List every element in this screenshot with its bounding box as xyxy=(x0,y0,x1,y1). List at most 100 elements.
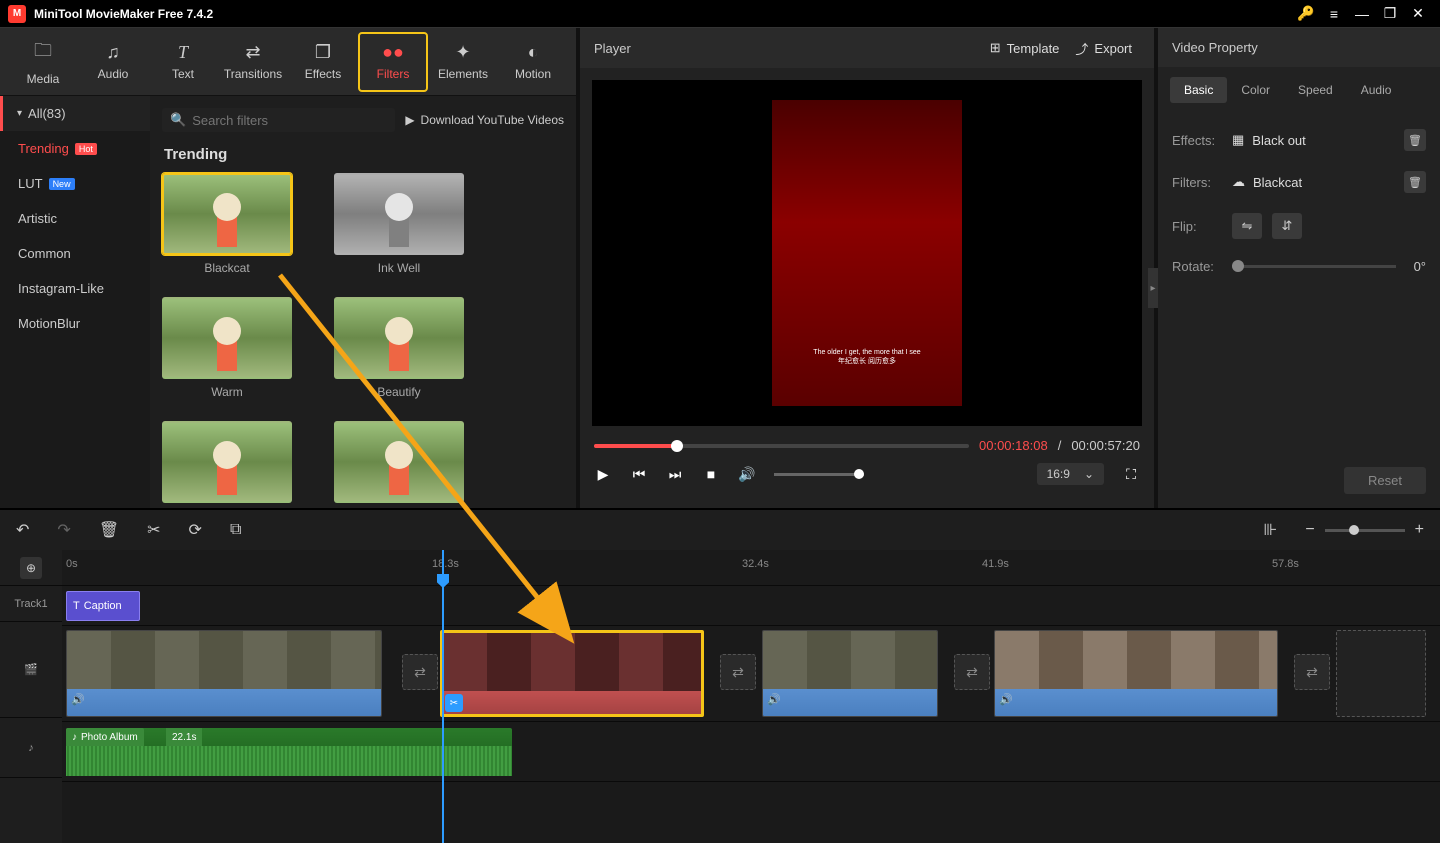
fit-button[interactable]: ⊪ xyxy=(1263,520,1277,540)
preview-frame: The older I get, the more that I see年纪愈长… xyxy=(772,100,962,406)
badge-hot: Hot xyxy=(75,143,97,155)
split-button[interactable]: ✂ xyxy=(147,520,160,540)
aspect-ratio-select[interactable]: 16:9⌄ xyxy=(1037,463,1104,485)
filter-inkwell[interactable]: Ink Well xyxy=(334,173,464,275)
add-clip-slot[interactable] xyxy=(1336,630,1426,717)
audio-track-icon: ♪ xyxy=(0,718,62,778)
search-input[interactable] xyxy=(192,113,312,128)
minimize-icon[interactable]: — xyxy=(1348,0,1376,28)
seek-bar[interactable] xyxy=(594,444,969,448)
prop-tab-basic[interactable]: Basic xyxy=(1170,77,1227,103)
redo-button[interactable]: ↷ xyxy=(57,520,70,540)
prop-tab-color[interactable]: Color xyxy=(1227,77,1284,103)
effects-value: Black out xyxy=(1252,133,1305,148)
prop-tab-audio[interactable]: Audio xyxy=(1347,77,1406,103)
filter-beautify[interactable]: Beautify xyxy=(334,297,464,399)
video-clip-3[interactable] xyxy=(762,630,938,717)
rotate-slider[interactable] xyxy=(1232,265,1396,268)
volume-slider[interactable] xyxy=(774,473,864,476)
filters-label: Filters: xyxy=(1172,175,1222,190)
filter-prop-icon: ☁ xyxy=(1232,174,1245,190)
category-trending[interactable]: TrendingHot xyxy=(0,131,150,166)
reset-button[interactable]: Reset xyxy=(1344,467,1426,494)
flip-vertical-button[interactable]: ⇵ xyxy=(1272,213,1302,239)
text-icon: T xyxy=(178,42,188,63)
filter-warm[interactable]: Warm xyxy=(162,297,292,399)
category-artistic[interactable]: Artistic xyxy=(0,201,150,236)
close-icon[interactable]: ✕ xyxy=(1404,0,1432,28)
template-button[interactable]: ⊞Template xyxy=(982,36,1068,60)
audio-track[interactable]: ♪Photo Album 22.1s xyxy=(62,722,1440,782)
filter-blackcat[interactable]: Blackcat xyxy=(162,173,292,275)
tab-transitions[interactable]: ⇄Transitions xyxy=(218,32,288,92)
transition-slot-4[interactable]: ⇄ xyxy=(1294,654,1330,690)
next-button[interactable]: ⏭ xyxy=(666,466,684,483)
speed-button[interactable]: ⟳ xyxy=(189,520,202,540)
delete-button[interactable]: 🗑 xyxy=(99,520,119,540)
caption-clip[interactable]: TCaption xyxy=(66,591,140,621)
player-title: Player xyxy=(594,41,631,56)
video-clip-1[interactable] xyxy=(66,630,382,717)
badge-new: New xyxy=(49,178,75,190)
crop-button[interactable]: ⧉ xyxy=(230,521,241,539)
player-panel: Player ⊞Template ⤴Export The older I get… xyxy=(580,28,1158,508)
filter-kevin[interactable]: Kevin xyxy=(162,421,292,508)
preview-area: The older I get, the more that I see年纪愈长… xyxy=(592,80,1142,426)
effects-icon: ❐ xyxy=(315,42,331,63)
transition-slot-3[interactable]: ⇄ xyxy=(954,654,990,690)
app-title: MiniTool MovieMaker Free 7.4.2 xyxy=(34,7,1292,21)
download-youtube-link[interactable]: ▶Download YouTube Videos xyxy=(405,113,564,127)
timeline-ruler[interactable]: 0s 18.3s 32.4s 41.9s 57.8s xyxy=(62,550,1440,586)
prev-button[interactable]: ⏮ xyxy=(630,466,648,483)
zoom-in-button[interactable]: + xyxy=(1415,521,1424,539)
tab-media[interactable]: 🗀Media xyxy=(8,32,78,92)
tab-text[interactable]: TText xyxy=(148,32,218,92)
zoom-out-button[interactable]: − xyxy=(1305,521,1314,539)
tab-filters[interactable]: ●●Filters xyxy=(358,32,428,92)
undo-button[interactable]: ↶ xyxy=(16,520,29,540)
transitions-icon: ⇄ xyxy=(245,42,260,63)
fullscreen-button[interactable]: ⛶ xyxy=(1122,466,1140,483)
menu-icon[interactable]: ≡ xyxy=(1320,0,1348,28)
delete-effect-button[interactable]: 🗑 xyxy=(1404,129,1426,151)
rotate-value: 0° xyxy=(1414,259,1426,274)
category-instagram[interactable]: Instagram-Like xyxy=(0,271,150,306)
filter-lark[interactable]: Lark xyxy=(334,421,464,508)
video-track[interactable]: ⇄ ✂ ⇄ ⇄ ⇄ xyxy=(62,626,1440,722)
library-panel: 🗀Media ♫Audio TText ⇄Transitions ❐Effect… xyxy=(0,28,580,508)
volume-icon[interactable]: 🔊 xyxy=(738,466,756,483)
category-common[interactable]: Common xyxy=(0,236,150,271)
search-box[interactable]: 🔍 xyxy=(162,108,395,132)
transition-slot-1[interactable]: ⇄ xyxy=(402,654,438,690)
video-clip-2-selected[interactable]: ✂ xyxy=(440,630,704,717)
flip-horizontal-button[interactable]: ⇋ xyxy=(1232,213,1262,239)
stop-button[interactable]: ■ xyxy=(702,466,720,482)
play-button[interactable]: ▶ xyxy=(594,466,612,483)
time-total: 00:00:57:20 xyxy=(1071,438,1140,453)
tab-elements[interactable]: ✦Elements xyxy=(428,32,498,92)
timeline-toolbar: ↶ ↷ 🗑 ✂ ⟳ ⧉ ⊪ − + xyxy=(0,508,1440,550)
category-lut[interactable]: LUTNew xyxy=(0,166,150,201)
transition-slot-2[interactable]: ⇄ xyxy=(720,654,756,690)
filters-value: Blackcat xyxy=(1253,175,1302,190)
playhead[interactable] xyxy=(442,550,444,843)
zoom-slider[interactable] xyxy=(1325,529,1405,532)
audio-clip[interactable]: ♪Photo Album 22.1s xyxy=(66,728,512,776)
caption-track[interactable]: TCaption xyxy=(62,586,1440,626)
prop-tab-speed[interactable]: Speed xyxy=(1284,77,1347,103)
track1-label: Track1 xyxy=(0,586,62,622)
tab-motion[interactable]: ◐Motion xyxy=(498,32,568,92)
template-icon: ⊞ xyxy=(990,40,1001,56)
maximize-icon[interactable]: ❐ xyxy=(1376,0,1404,28)
text-clip-icon: T xyxy=(73,600,80,612)
video-clip-4[interactable] xyxy=(994,630,1278,717)
delete-filter-button[interactable]: 🗑 xyxy=(1404,171,1426,193)
export-button[interactable]: ⤴Export xyxy=(1067,35,1140,62)
category-motionblur[interactable]: MotionBlur xyxy=(0,306,150,341)
add-track-button[interactable]: ⊕ xyxy=(20,557,42,579)
collapse-handle[interactable]: ▸ xyxy=(1148,268,1158,308)
tab-effects[interactable]: ❐Effects xyxy=(288,32,358,92)
category-all[interactable]: All(83) xyxy=(0,96,150,131)
license-key-icon[interactable]: 🔑 xyxy=(1292,0,1320,28)
tab-audio[interactable]: ♫Audio xyxy=(78,32,148,92)
